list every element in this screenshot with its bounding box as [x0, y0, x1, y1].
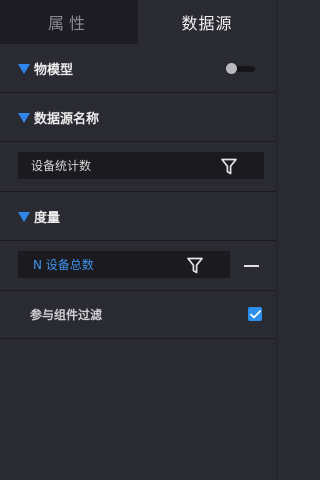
- filter-icon[interactable]: [187, 257, 203, 274]
- panel-tabs: 属性 数据源: [0, 0, 276, 44]
- datasource-section-title: 数据源名称: [34, 111, 100, 127]
- collapse-triangle-icon: [18, 211, 30, 222]
- measure-section-header[interactable]: 度量: [0, 192, 276, 240]
- measure-section: 度量: [0, 192, 276, 241]
- remove-measure-button[interactable]: [244, 265, 259, 267]
- model-section-title: 物模型: [34, 62, 74, 78]
- measure-section-title: 度量: [34, 210, 61, 226]
- datasource-section-header[interactable]: 数据源名称: [0, 93, 276, 141]
- data-panel: 属性 数据源 物模型 数据源名称 设备统计数 度量 N 设备总数 参与组件过滤: [0, 0, 277, 480]
- datasource-field-row: 设备统计数: [0, 142, 276, 192]
- component-filter-label: 参与组件过滤: [30, 308, 103, 322]
- tab-properties[interactable]: 属性: [0, 0, 138, 44]
- collapse-triangle-icon: [18, 112, 30, 123]
- datasource-value: 设备统计数: [31, 159, 92, 173]
- datasource-section: 数据源名称: [0, 93, 276, 142]
- checkmark-icon: [249, 309, 261, 318]
- tab-datasource[interactable]: 数据源: [138, 0, 276, 44]
- collapse-triangle-icon: [18, 63, 30, 74]
- model-toggle[interactable]: [226, 63, 255, 74]
- model-section: 物模型: [0, 44, 276, 93]
- toggle-knob: [226, 63, 237, 74]
- measure-value: N 设备总数: [33, 258, 94, 272]
- measure-field-row: N 设备总数: [0, 241, 276, 291]
- component-filter-option: 参与组件过滤: [0, 291, 276, 339]
- filter-icon[interactable]: [221, 158, 237, 175]
- component-filter-checkbox[interactable]: [248, 307, 262, 321]
